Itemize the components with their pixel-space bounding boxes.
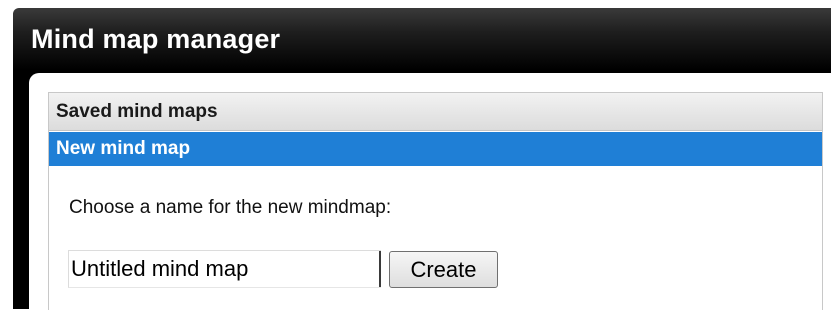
mind-map-manager-dialog: Mind map manager Saved mind maps New min… (13, 8, 831, 310)
create-button[interactable]: Create (389, 251, 498, 288)
mind-map-name-input[interactable] (68, 250, 381, 288)
name-prompt-label: Choose a name for the new mindmap: (69, 197, 392, 218)
accordion: Saved mind maps New mind map Choose a na… (48, 92, 823, 310)
dialog-body: Saved mind maps New mind map Choose a na… (29, 73, 831, 310)
new-mind-map-panel: Choose a name for the new mindmap: Creat… (49, 166, 822, 310)
new-mind-map-header[interactable]: New mind map (49, 132, 822, 166)
saved-mind-maps-header[interactable]: Saved mind maps (49, 93, 822, 131)
dialog-title: Mind map manager (31, 24, 281, 54)
